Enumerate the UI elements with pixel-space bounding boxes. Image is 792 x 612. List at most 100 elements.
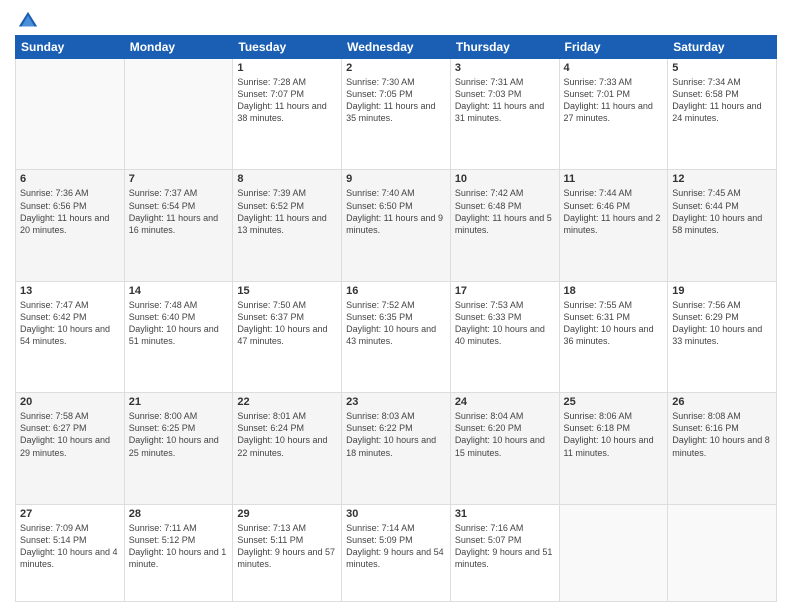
day-info: Sunrise: 7:40 AMSunset: 6:50 PMDaylight:… xyxy=(346,187,446,236)
calendar-cell: 2Sunrise: 7:30 AMSunset: 7:05 PMDaylight… xyxy=(342,59,451,170)
calendar-cell: 26 Sunrise: 8:08 AMSunset: 6:16 PMDayligh… xyxy=(668,393,777,504)
day-number: 7 xyxy=(129,173,229,185)
calendar-cell: 5 Sunrise: 7:34 AMSunset: 6:58 PMDaylight… xyxy=(668,59,777,170)
calendar-cell: 19Sunrise: 7:56 AMSunset: 6:29 PMDayligh… xyxy=(668,281,777,392)
calendar-cell: 17 Sunrise: 7:53 AMSunset: 6:33 PMDayligh… xyxy=(450,281,559,392)
day-info: Sunrise: 7:44 AMSunset: 6:46 PMDaylight:… xyxy=(564,187,664,236)
day-info: Sunrise: 7:53 AMSunset: 6:33 PMDaylight:… xyxy=(455,299,555,348)
day-info: Sunrise: 7:55 AMSunset: 6:31 PMDaylight:… xyxy=(564,299,664,348)
calendar-cell: 21 Sunrise: 8:00 AMSunset: 6:25 PMDayligh… xyxy=(124,393,233,504)
day-info: Sunrise: 7:31 AMSunset: 7:03 PMDaylight:… xyxy=(455,76,555,125)
calendar-cell: 20Sunrise: 7:58 AMSunset: 6:27 PMDayligh… xyxy=(16,393,125,504)
day-info: Sunrise: 8:06 AMSunset: 6:18 PMDaylight:… xyxy=(564,410,664,459)
day-info: Sunrise: 7:47 AMSunset: 6:42 PMDaylight:… xyxy=(20,299,120,348)
day-number: 4 xyxy=(564,62,664,74)
calendar-cell: 24 Sunrise: 8:04 AMSunset: 6:20 PMDayligh… xyxy=(450,393,559,504)
weekday-header-wednesday: Wednesday xyxy=(342,36,451,59)
day-info: Sunrise: 7:16 AMSunset: 5:07 PMDaylight:… xyxy=(455,522,555,571)
day-info: Sunrise: 8:04 AMSunset: 6:20 PMDaylight:… xyxy=(455,410,555,459)
calendar-cell: 27 Sunrise: 7:09 AMSunset: 5:14 PMDayligh… xyxy=(16,504,125,602)
weekday-header-monday: Monday xyxy=(124,36,233,59)
day-info: Sunrise: 7:34 AMSunset: 6:58 PMDaylight:… xyxy=(672,76,772,125)
weekday-header-sunday: Sunday xyxy=(16,36,125,59)
calendar-cell xyxy=(559,504,668,602)
calendar-cell: 3 Sunrise: 7:31 AMSunset: 7:03 PMDaylight… xyxy=(450,59,559,170)
calendar-cell: 13 Sunrise: 7:47 AMSunset: 6:42 PMDayligh… xyxy=(16,281,125,392)
day-info: Sunrise: 7:39 AMSunset: 6:52 PMDaylight:… xyxy=(237,187,337,236)
logo xyxy=(15,10,39,27)
page: SundayMondayTuesdayWednesdayThursdayFrid… xyxy=(0,0,792,612)
day-info: Sunrise: 7:45 AMSunset: 6:44 PMDaylight:… xyxy=(672,187,772,236)
day-info: Sunrise: 7:09 AMSunset: 5:14 PMDaylight:… xyxy=(20,522,120,571)
day-number: 10 xyxy=(455,173,555,185)
day-number: 29 xyxy=(237,508,337,520)
calendar-cell: 18 Sunrise: 7:55 AMSunset: 6:31 PMDayligh… xyxy=(559,281,668,392)
day-info: Sunrise: 8:01 AMSunset: 6:24 PMDaylight:… xyxy=(237,410,337,459)
day-info: Sunrise: 7:50 AMSunset: 6:37 PMDaylight:… xyxy=(237,299,337,348)
weekday-header-thursday: Thursday xyxy=(450,36,559,59)
day-number: 31 xyxy=(455,508,555,520)
day-number: 12 xyxy=(672,173,772,185)
day-number: 11 xyxy=(564,173,664,185)
calendar-cell: 29 Sunrise: 7:13 AMSunset: 5:11 PMDayligh… xyxy=(233,504,342,602)
day-number: 24 xyxy=(455,396,555,408)
day-number: 28 xyxy=(129,508,229,520)
weekday-header-tuesday: Tuesday xyxy=(233,36,342,59)
day-number: 23 xyxy=(346,396,446,408)
day-number: 13 xyxy=(20,285,120,297)
calendar-cell: 16 Sunrise: 7:52 AMSunset: 6:35 PMDayligh… xyxy=(342,281,451,392)
day-info: Sunrise: 7:14 AMSunset: 5:09 PMDaylight:… xyxy=(346,522,446,571)
day-number: 30 xyxy=(346,508,446,520)
day-info: Sunrise: 7:37 AMSunset: 6:54 PMDaylight:… xyxy=(129,187,229,236)
day-info: Sunrise: 7:48 AMSunset: 6:40 PMDaylight:… xyxy=(129,299,229,348)
day-info: Sunrise: 7:11 AMSunset: 5:12 PMDaylight:… xyxy=(129,522,229,571)
calendar-cell: 12 Sunrise: 7:45 AMSunset: 6:44 PMDayligh… xyxy=(668,170,777,281)
day-number: 5 xyxy=(672,62,772,74)
day-info: Sunrise: 8:03 AMSunset: 6:22 PMDaylight:… xyxy=(346,410,446,459)
day-number: 21 xyxy=(129,396,229,408)
calendar-cell xyxy=(16,59,125,170)
calendar-cell: 11 Sunrise: 7:44 AMSunset: 6:46 PMDayligh… xyxy=(559,170,668,281)
day-number: 2 xyxy=(346,62,446,74)
day-number: 9 xyxy=(346,173,446,185)
day-info: Sunrise: 7:52 AMSunset: 6:35 PMDaylight:… xyxy=(346,299,446,348)
calendar-cell: 14Sunrise: 7:48 AMSunset: 6:40 PMDayligh… xyxy=(124,281,233,392)
day-info: Sunrise: 7:56 AMSunset: 6:29 PMDaylight:… xyxy=(672,299,772,348)
day-number: 25 xyxy=(564,396,664,408)
calendar-cell: 30 Sunrise: 7:14 AMSunset: 5:09 PMDayligh… xyxy=(342,504,451,602)
day-number: 20 xyxy=(20,396,120,408)
calendar-cell: 10 Sunrise: 7:42 AMSunset: 6:48 PMDayligh… xyxy=(450,170,559,281)
calendar-cell: 8 Sunrise: 7:39 AMSunset: 6:52 PMDaylight… xyxy=(233,170,342,281)
day-number: 22 xyxy=(237,396,337,408)
calendar-cell: 25 Sunrise: 8:06 AMSunset: 6:18 PMDayligh… xyxy=(559,393,668,504)
day-number: 1 xyxy=(237,62,337,74)
weekday-header-friday: Friday xyxy=(559,36,668,59)
calendar-cell xyxy=(124,59,233,170)
day-number: 17 xyxy=(455,285,555,297)
calendar-cell: 22 Sunrise: 8:01 AMSunset: 6:24 PMDayligh… xyxy=(233,393,342,504)
day-number: 16 xyxy=(346,285,446,297)
calendar-cell: 6Sunrise: 7:36 AMSunset: 6:56 PMDaylight… xyxy=(16,170,125,281)
day-number: 18 xyxy=(564,285,664,297)
day-number: 15 xyxy=(237,285,337,297)
calendar-cell: 9 Sunrise: 7:40 AMSunset: 6:50 PMDaylight… xyxy=(342,170,451,281)
day-number: 26 xyxy=(672,396,772,408)
weekday-header-saturday: Saturday xyxy=(668,36,777,59)
day-number: 8 xyxy=(237,173,337,185)
day-info: Sunrise: 7:28 AMSunset: 7:07 PMDaylight:… xyxy=(237,76,337,125)
day-number: 3 xyxy=(455,62,555,74)
calendar-cell: 15 Sunrise: 7:50 AMSunset: 6:37 PMDayligh… xyxy=(233,281,342,392)
day-info: Sunrise: 7:33 AMSunset: 7:01 PMDaylight:… xyxy=(564,76,664,125)
header xyxy=(15,10,777,27)
day-info: Sunrise: 8:08 AMSunset: 6:16 PMDaylight:… xyxy=(672,410,772,459)
day-info: Sunrise: 8:00 AMSunset: 6:25 PMDaylight:… xyxy=(129,410,229,459)
logo-icon xyxy=(17,10,39,32)
calendar-cell: 4 Sunrise: 7:33 AMSunset: 7:01 PMDaylight… xyxy=(559,59,668,170)
calendar-cell: 1 Sunrise: 7:28 AMSunset: 7:07 PMDaylight… xyxy=(233,59,342,170)
calendar-cell: 7 Sunrise: 7:37 AMSunset: 6:54 PMDaylight… xyxy=(124,170,233,281)
day-info: Sunrise: 7:13 AMSunset: 5:11 PMDaylight:… xyxy=(237,522,337,571)
day-number: 27 xyxy=(20,508,120,520)
calendar-cell: 31 Sunrise: 7:16 AMSunset: 5:07 PMDayligh… xyxy=(450,504,559,602)
calendar-cell: 23 Sunrise: 8:03 AMSunset: 6:22 PMDayligh… xyxy=(342,393,451,504)
day-info: Sunrise: 7:42 AMSunset: 6:48 PMDaylight:… xyxy=(455,187,555,236)
